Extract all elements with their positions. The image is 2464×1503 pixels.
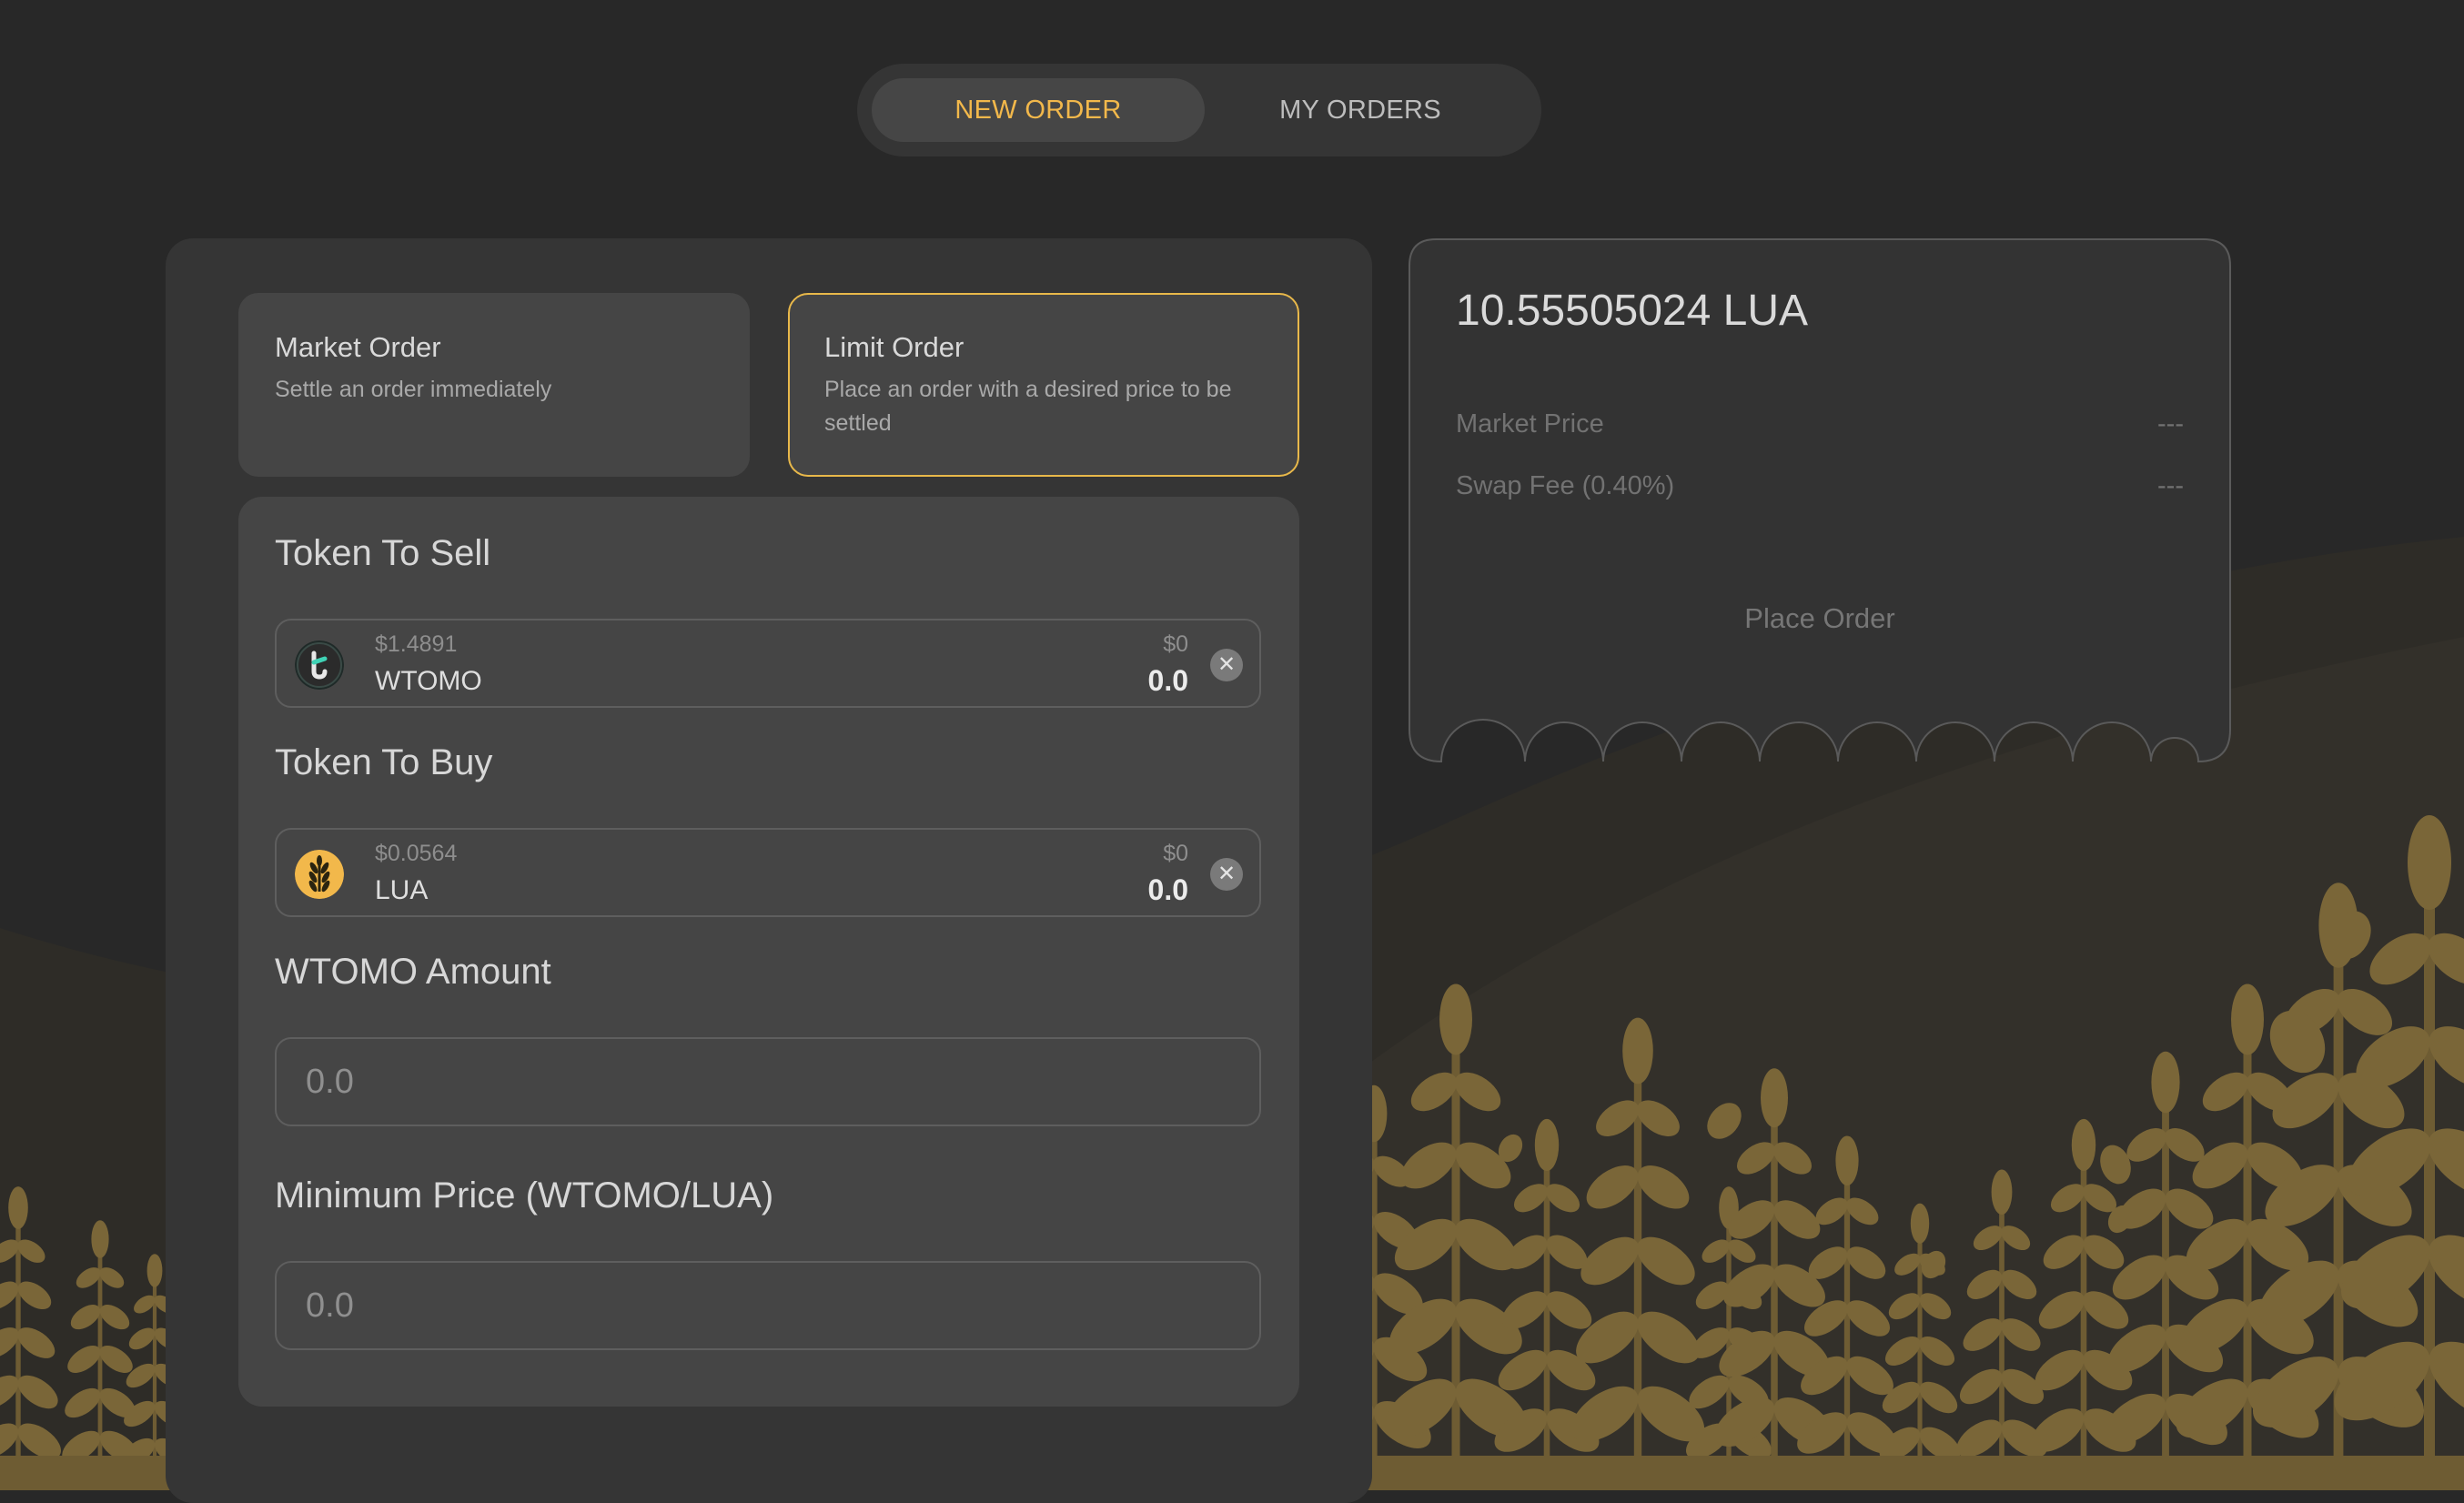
sell-token-selector[interactable]: $1.4891 WTOMO $0 0.0 ✕ bbox=[275, 619, 1261, 708]
order-form-panel: Market Order Settle an order immediately… bbox=[166, 238, 1372, 1503]
market-order-description: Settle an order immediately bbox=[275, 377, 552, 402]
minimum-price-input[interactable] bbox=[275, 1261, 1261, 1350]
market-order-option[interactable]: Market Order Settle an order immediately bbox=[238, 293, 750, 477]
market-price-row: Market Price --- bbox=[1456, 409, 2184, 439]
buy-amount: 0.0 bbox=[1147, 873, 1188, 906]
clear-buy-token-icon[interactable]: ✕ bbox=[1210, 858, 1243, 891]
limit-order-option[interactable]: Limit Order Place an order with a desire… bbox=[788, 293, 1299, 477]
order-details-card: Token To Sell $1.4891 WTOMO $0 0.0 ✕ Tok… bbox=[238, 497, 1299, 1407]
amount-input[interactable] bbox=[275, 1037, 1261, 1126]
sell-token-symbol: WTOMO bbox=[375, 666, 482, 696]
token-to-buy-label: Token To Buy bbox=[275, 742, 493, 782]
swap-fee-row: Swap Fee (0.40%) --- bbox=[1456, 471, 2184, 501]
limit-order-title: Limit Order bbox=[824, 331, 964, 363]
market-order-title: Market Order bbox=[275, 331, 441, 363]
buy-token-symbol: LUA bbox=[375, 875, 429, 905]
order-summary-card: 10.55505024 LUA Market Price --- Swap Fe… bbox=[1409, 238, 2231, 762]
sell-usd-value: $0 bbox=[1163, 631, 1188, 657]
swap-fee-label: Swap Fee (0.40%) bbox=[1456, 471, 1675, 500]
limit-order-description: Place an order with a desired price to b… bbox=[824, 377, 1232, 436]
market-price-value: --- bbox=[2157, 409, 2184, 439]
market-price-label: Market Price bbox=[1456, 409, 1604, 439]
sell-token-price: $1.4891 bbox=[375, 631, 458, 657]
swap-fee-value: --- bbox=[2157, 471, 2184, 500]
order-tab-switcher: NEW ORDER MY ORDERS bbox=[857, 64, 1541, 156]
tab-my-orders[interactable]: MY ORDERS bbox=[1194, 78, 1527, 142]
tab-new-order[interactable]: NEW ORDER bbox=[872, 78, 1205, 142]
sell-amount: 0.0 bbox=[1147, 664, 1188, 697]
output-total: 10.55505024 LUA bbox=[1456, 287, 1808, 335]
amount-label: WTOMO Amount bbox=[275, 952, 551, 992]
buy-token-selector[interactable]: $0.0564 LUA $0 0.0 ✕ bbox=[275, 828, 1261, 917]
buy-usd-value: $0 bbox=[1163, 841, 1188, 866]
clear-sell-token-icon[interactable]: ✕ bbox=[1210, 649, 1243, 681]
minimum-price-label: Minimum Price (WTOMO/LUA) bbox=[275, 1175, 774, 1216]
lua-wheat-logo-icon bbox=[295, 850, 344, 899]
token-to-sell-label: Token To Sell bbox=[275, 533, 491, 573]
place-order-button[interactable]: Place Order bbox=[1456, 602, 2184, 648]
tomo-logo-icon bbox=[295, 641, 344, 690]
buy-token-price: $0.0564 bbox=[375, 841, 458, 866]
